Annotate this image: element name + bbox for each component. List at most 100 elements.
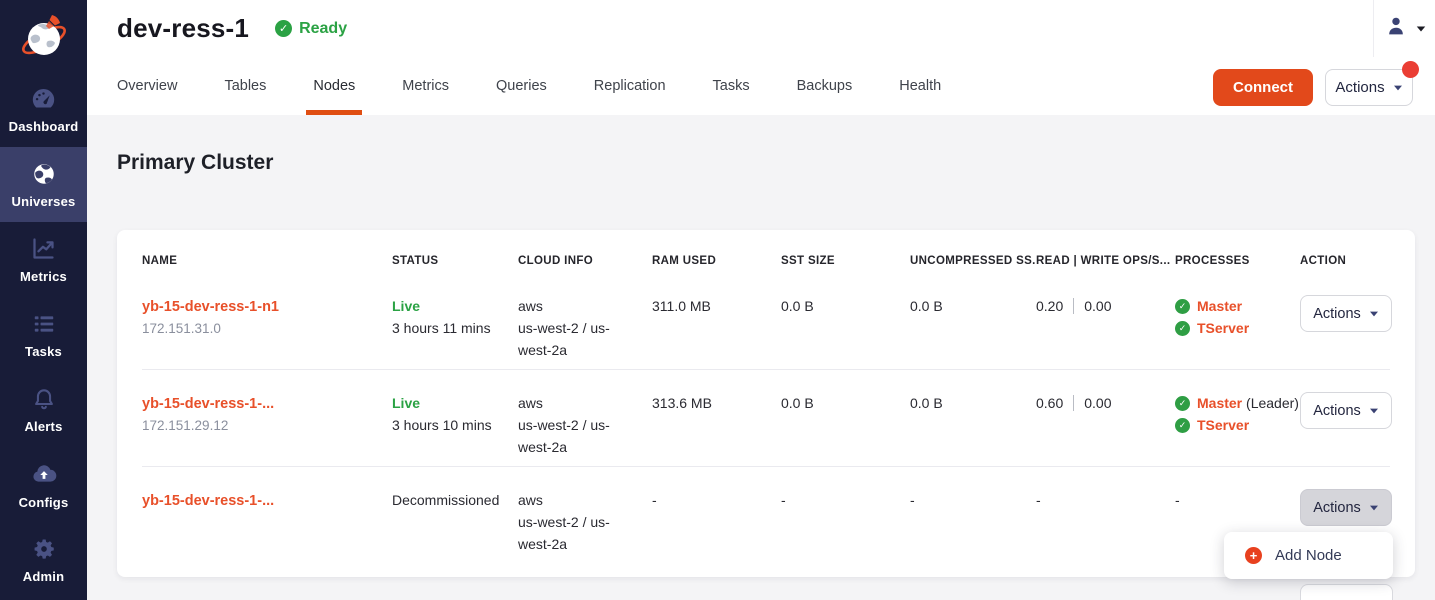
table-row: yb-15-dev-ress-1-n1 172.151.31.0 Live 3 … — [142, 280, 1390, 369]
master-link[interactable]: Master — [1197, 395, 1242, 411]
plus-circle-icon — [1245, 547, 1262, 564]
actions-button-label: Actions — [1313, 303, 1361, 325]
partial-actions-button[interactable] — [1300, 584, 1393, 600]
sidebar-item-label: Alerts — [24, 419, 62, 434]
cloud-region: us-west-2 / us- — [518, 511, 652, 533]
list-icon — [31, 311, 57, 337]
chevron-down-icon — [1370, 311, 1378, 316]
universe-actions-button[interactable]: Actions — [1325, 69, 1413, 106]
check-circle-icon — [1175, 299, 1190, 314]
col-name: NAME — [142, 255, 392, 267]
node-actions-button-open[interactable]: Actions — [1300, 489, 1392, 526]
col-sst-size: SST SIZE — [781, 255, 910, 267]
tserver-link[interactable]: TServer — [1197, 417, 1249, 433]
tab-nodes[interactable]: Nodes — [313, 57, 355, 115]
nodes-table-card: NAME STATUS CLOUD INFO RAM USED SST SIZE… — [117, 230, 1415, 577]
menu-item-add-node[interactable]: Add Node — [1224, 547, 1393, 564]
col-ram-used: RAM USED — [652, 255, 781, 267]
user-menu[interactable] — [1373, 0, 1435, 57]
cell-status: Live 3 hours 11 mins — [392, 295, 518, 361]
write-ops: 0.00 — [1084, 395, 1111, 411]
sidebar-item-label: Admin — [23, 569, 64, 584]
sidebar-item-configs[interactable]: Configs — [0, 447, 87, 522]
node-name-link[interactable]: yb-15-dev-ress-1-n1 — [142, 296, 279, 318]
table-row: yb-15-dev-ress-1-... 172.151.29.12 Live … — [142, 369, 1390, 466]
cell-cloud-info: aws us-west-2 / us- west-2a — [518, 489, 652, 555]
sidebar-item-universes[interactable]: Universes — [0, 147, 87, 222]
header: dev-ress-1 Ready Overview Tables Nodes M… — [87, 0, 1435, 115]
cell-processes: Master TServer — [1175, 295, 1300, 361]
sidebar-item-label: Configs — [19, 495, 69, 510]
top-navbar: dev-ress-1 Ready — [87, 0, 1435, 57]
sidebar-item-dashboard[interactable]: Dashboard — [0, 72, 87, 147]
cloud-provider: aws — [518, 295, 652, 317]
app-logo[interactable] — [0, 0, 87, 72]
cell-status: Live 3 hours 10 mins — [392, 392, 518, 458]
status-badge-label: Ready — [299, 20, 347, 38]
main-content: Primary Cluster NAME STATUS CLOUD INFO R… — [87, 115, 1435, 600]
cell-status: Decommissioned — [392, 489, 518, 555]
tab-metrics[interactable]: Metrics — [402, 57, 449, 115]
cloud-provider: aws — [518, 489, 652, 511]
sidebar-item-tasks[interactable]: Tasks — [0, 297, 87, 372]
node-name-link[interactable]: yb-15-dev-ress-1-... — [142, 393, 274, 415]
sidebar-item-label: Metrics — [20, 269, 67, 284]
cell-uncompressed: 0.0 B — [910, 392, 1036, 458]
tab-tasks[interactable]: Tasks — [713, 57, 750, 115]
sidebar: Dashboard Universes Metrics — [0, 0, 87, 600]
sidebar-item-alerts[interactable]: Alerts — [0, 372, 87, 447]
cell-ram: 311.0 MB — [652, 295, 781, 361]
actions-button-label: Actions — [1313, 497, 1361, 519]
cell-sst: - — [781, 489, 910, 555]
pipe-divider — [1073, 298, 1074, 314]
col-status: STATUS — [392, 255, 518, 267]
node-actions-button[interactable]: Actions — [1300, 392, 1392, 429]
table-row: yb-15-dev-ress-1-... Decommissioned aws … — [142, 466, 1390, 563]
check-circle-icon — [1175, 418, 1190, 433]
master-link[interactable]: Master — [1197, 298, 1242, 314]
tab-replication[interactable]: Replication — [594, 57, 666, 115]
tab-backups[interactable]: Backups — [797, 57, 853, 115]
col-action: ACTION — [1300, 255, 1390, 267]
chart-icon — [30, 235, 57, 262]
node-status: Live — [392, 295, 518, 317]
node-uptime: 3 hours 11 mins — [392, 317, 518, 339]
col-read-write: READ | WRITE OPS/S... — [1036, 255, 1175, 267]
universe-title: dev-ress-1 — [117, 13, 249, 44]
node-status: Live — [392, 392, 518, 414]
node-name-link[interactable]: yb-15-dev-ress-1-... — [142, 490, 274, 512]
connect-button[interactable]: Connect — [1213, 69, 1313, 106]
sidebar-item-label: Universes — [12, 194, 76, 209]
globe-icon — [31, 161, 57, 187]
cell-uncompressed: - — [910, 489, 1036, 555]
actions-button-label: Actions — [1313, 400, 1361, 422]
chevron-down-icon — [1394, 85, 1402, 90]
sidebar-item-metrics[interactable]: Metrics — [0, 222, 87, 297]
chevron-down-icon — [1370, 505, 1378, 510]
tab-tables[interactable]: Tables — [224, 57, 266, 115]
bell-icon — [31, 386, 57, 412]
process-master: Master — [1175, 295, 1300, 317]
actions-dropdown-menu: Add Node — [1224, 532, 1393, 579]
cell-name: yb-15-dev-ress-1-... — [142, 489, 392, 555]
gear-icon — [31, 536, 57, 562]
tab-health[interactable]: Health — [899, 57, 941, 115]
tab-queries[interactable]: Queries — [496, 57, 547, 115]
status-badge: Ready — [275, 20, 347, 38]
node-actions-button[interactable]: Actions — [1300, 295, 1392, 332]
cell-read-write: 0.200.00 — [1036, 295, 1175, 361]
tserver-link[interactable]: TServer — [1197, 320, 1249, 336]
actions-button-label: Actions — [1335, 79, 1384, 96]
write-ops: 0.00 — [1084, 298, 1111, 314]
node-ip: 172.151.31.0 — [142, 318, 392, 340]
read-ops: 0.60 — [1036, 395, 1063, 411]
sidebar-item-admin[interactable]: Admin — [0, 522, 87, 597]
process-tserver: TServer — [1175, 414, 1300, 436]
sidebar-item-label: Dashboard — [9, 119, 79, 134]
tab-overview[interactable]: Overview — [117, 57, 177, 115]
sidebar-item-label: Tasks — [25, 344, 62, 359]
node-uptime: 3 hours 10 mins — [392, 414, 518, 436]
primary-cluster-title: Primary Cluster — [117, 151, 273, 175]
cell-read-write: - — [1036, 489, 1175, 555]
cell-ram: - — [652, 489, 781, 555]
